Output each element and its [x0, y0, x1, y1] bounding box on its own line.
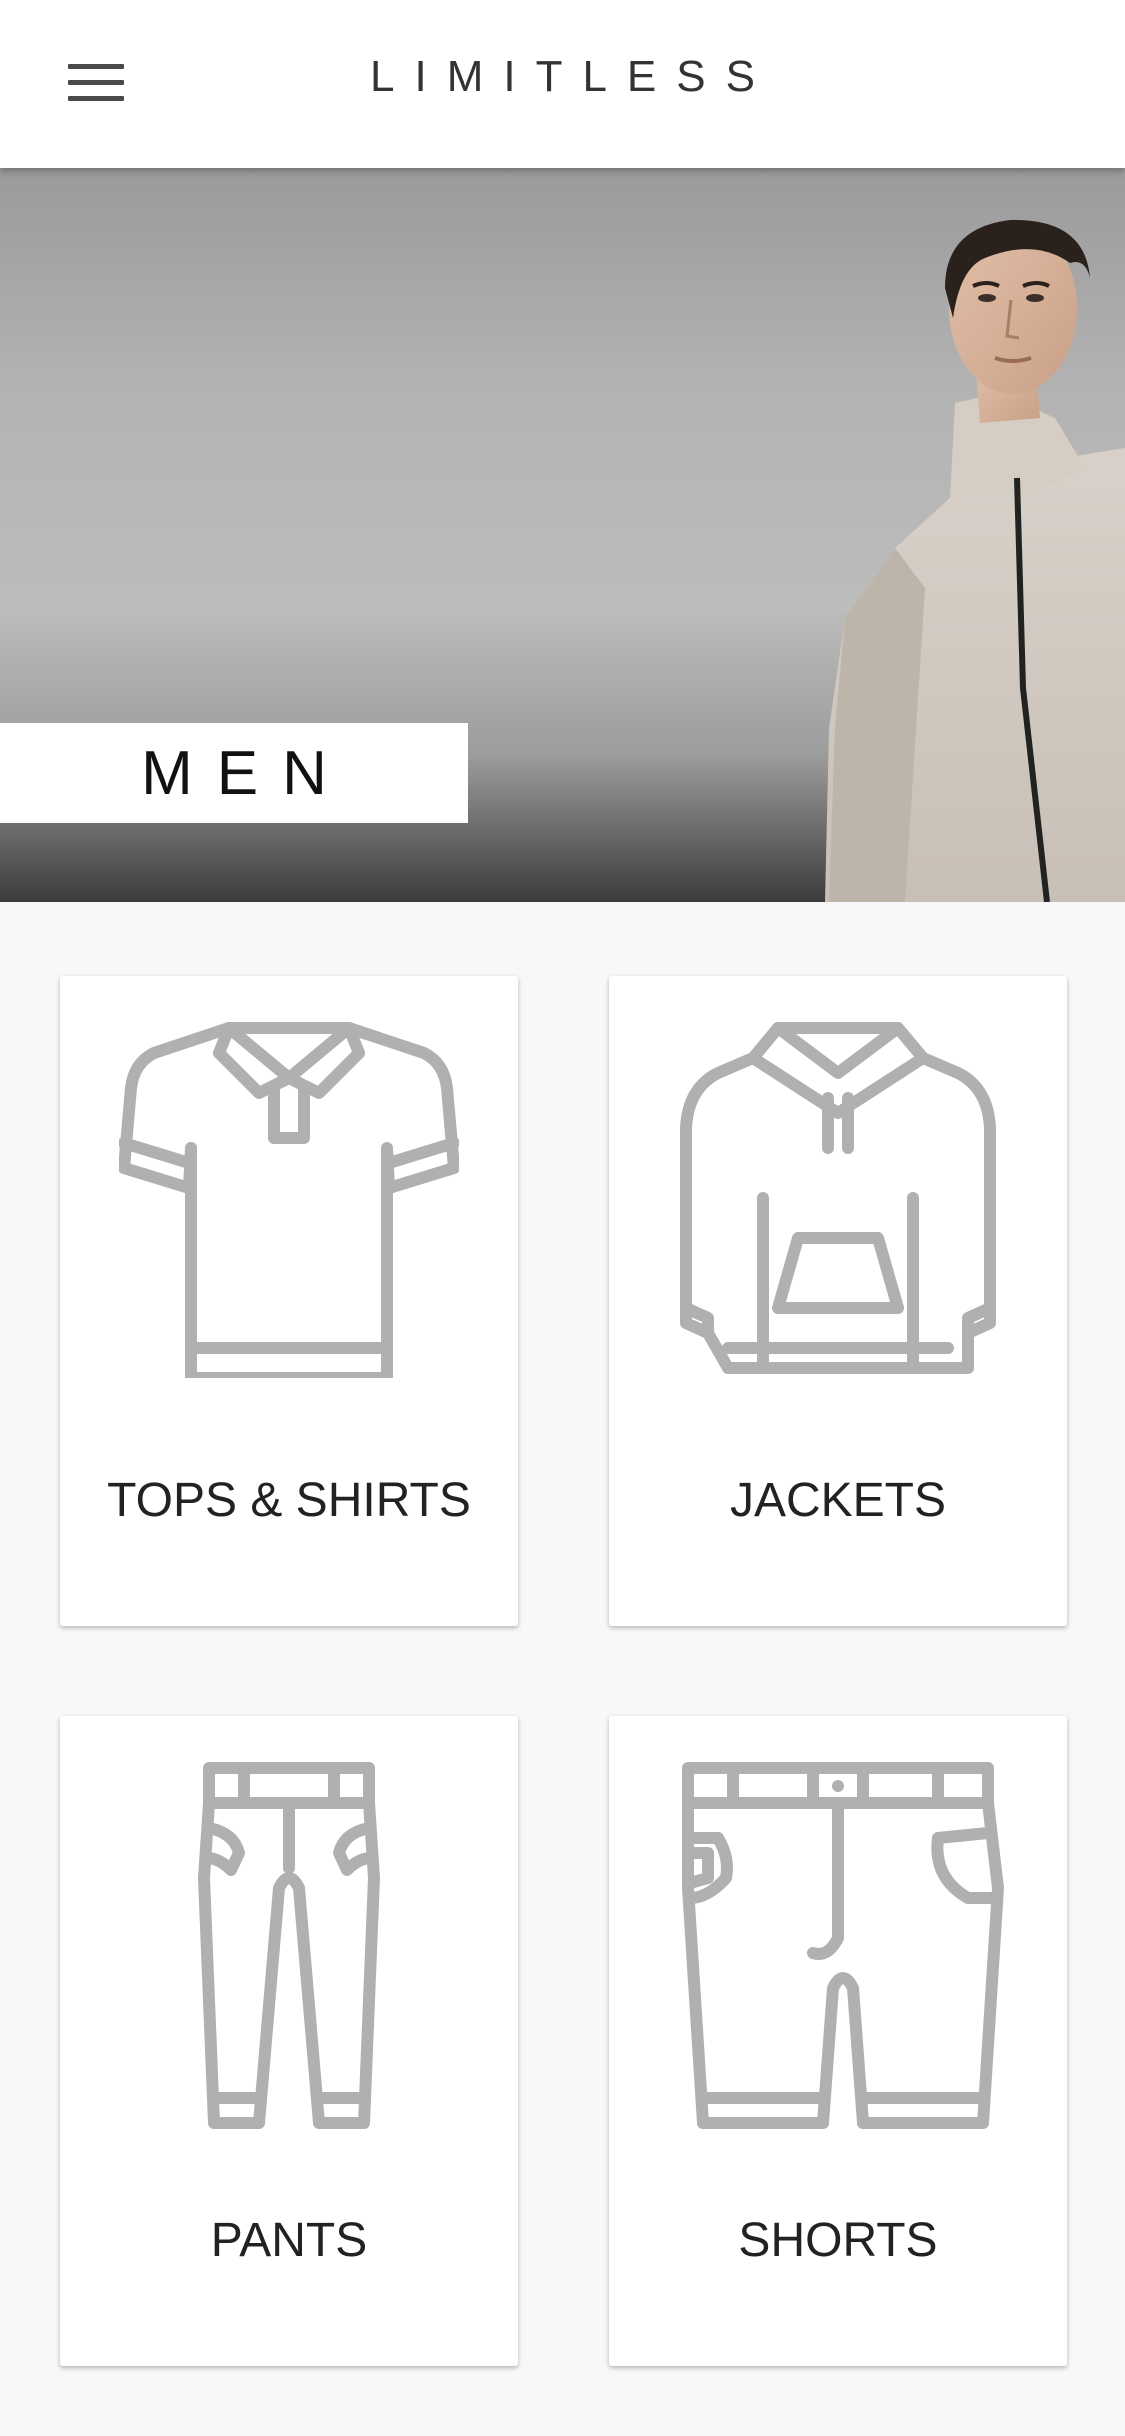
category-label: JACKETS [729, 1474, 947, 1527]
category-label: SHORTS [738, 2214, 938, 2267]
shorts-icon [682, 1762, 1004, 2129]
category-card-tops-shirts[interactable]: TOPS & SHIRTS [60, 976, 518, 1626]
polo-shirt-icon [119, 1022, 459, 1378]
category-card-shorts[interactable]: SHORTS [609, 1716, 1067, 2366]
category-label: PANTS [210, 2214, 368, 2267]
hero-label-men: MEN [0, 723, 468, 823]
category-card-pants[interactable]: PANTS [60, 1716, 518, 2366]
hero-banner-men[interactable]: MEN [0, 168, 1125, 902]
pants-icon [198, 1762, 380, 2129]
hero-label-text: MEN [141, 738, 351, 808]
hoodie-icon [680, 1022, 996, 1374]
category-card-jackets[interactable]: JACKETS [609, 976, 1067, 1626]
category-label: TOPS & SHIRTS [107, 1474, 471, 1527]
male-model-photo [825, 219, 1125, 902]
app-title: LIMITLESS [370, 52, 775, 101]
app-header: LIMITLESS [0, 0, 1125, 168]
